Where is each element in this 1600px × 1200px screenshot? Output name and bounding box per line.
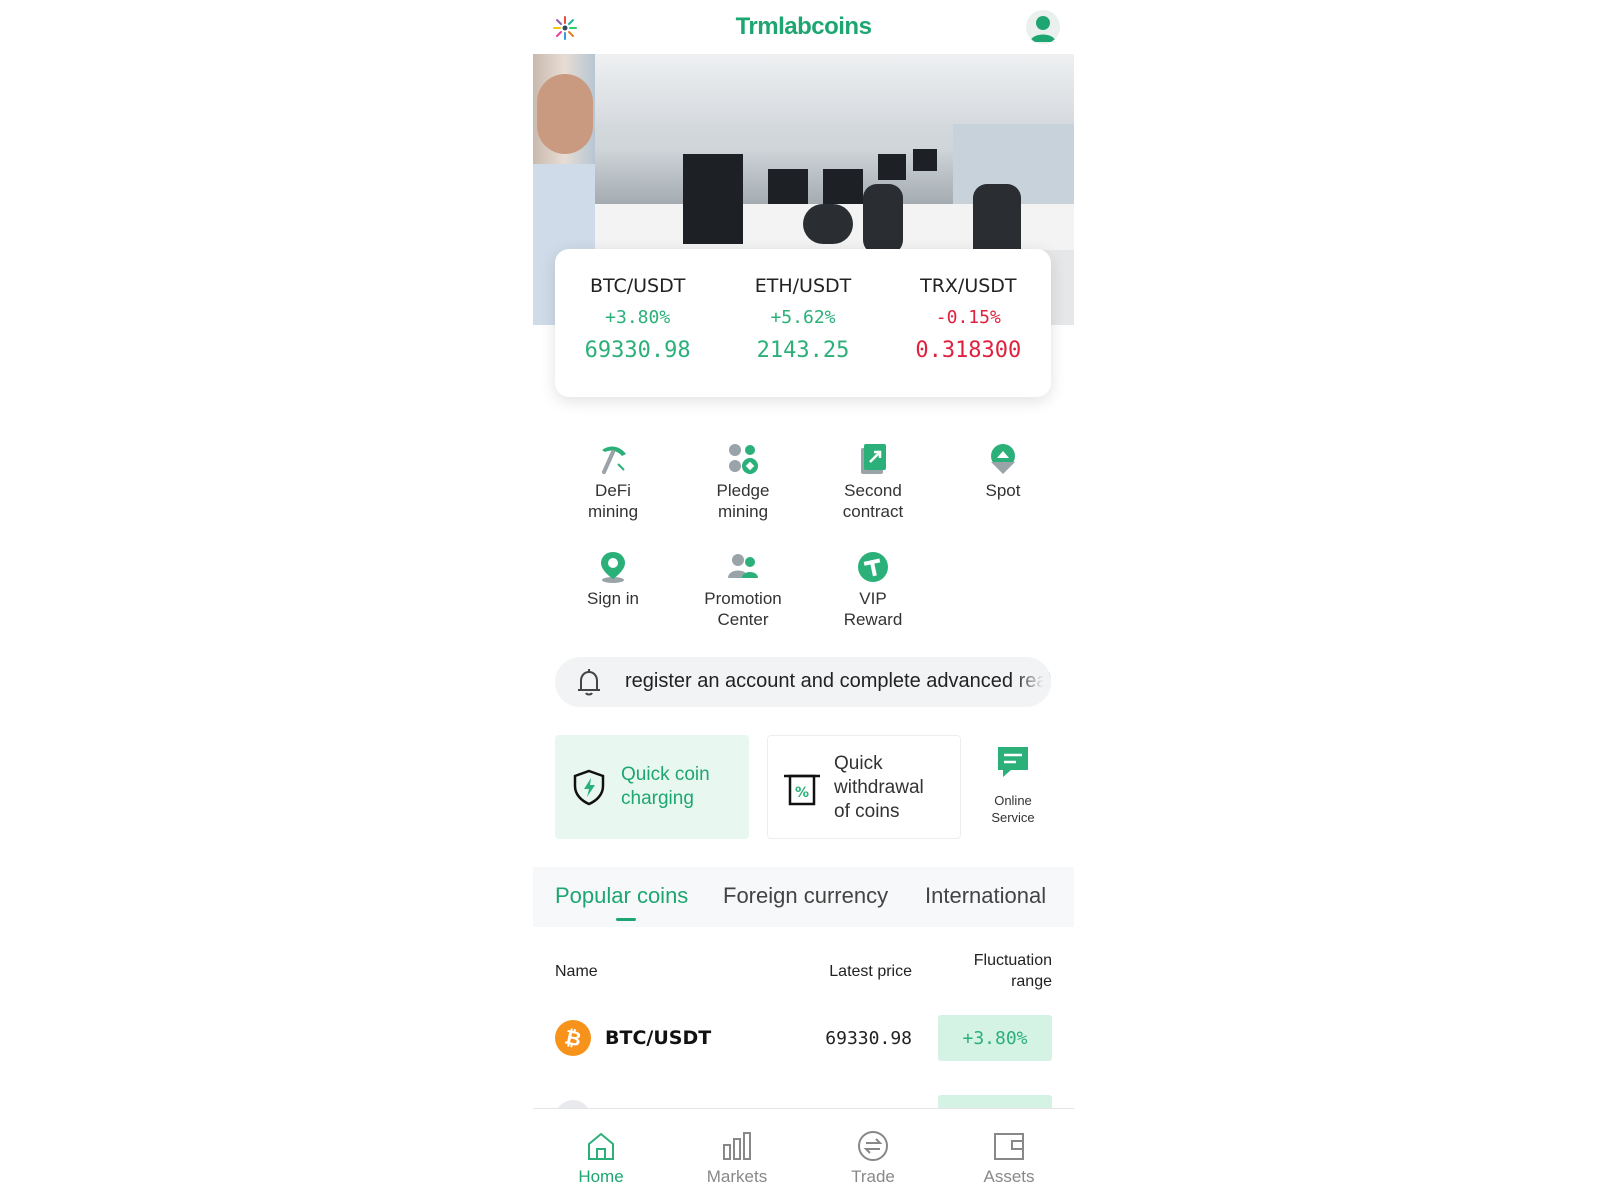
tab-foreign-currency[interactable]: Foreign currency: [723, 883, 888, 909]
column-header-change: Fluctuation range: [973, 952, 1052, 990]
bell-icon: [578, 669, 600, 696]
header: Trmlabcoins: [533, 0, 1074, 54]
feature-pledge-mining[interactable]: Pledge mining: [688, 442, 798, 522]
nav-home[interactable]: Home: [551, 1129, 651, 1187]
people-group-icon: [728, 554, 758, 578]
change-badge: +3.80%: [938, 1015, 1052, 1061]
nav-trade[interactable]: Trade: [823, 1129, 923, 1187]
feature-sign-in[interactable]: Sign in: [558, 550, 668, 609]
ticker-pair: BTC/USDT: [589, 275, 686, 297]
app-container: Trmlabcoins BTC/USDT +3.80% 69330.98 ETH…: [533, 0, 1074, 1200]
ticker-price: 2143.25: [756, 338, 850, 363]
tab-active-indicator: [616, 918, 636, 921]
notice-text: register an account and complete advance…: [625, 670, 1051, 692]
nav-label: Trade: [851, 1167, 895, 1186]
wallet-icon: [994, 1133, 1024, 1160]
ticker-change: +5.62%: [770, 307, 836, 328]
location-pin-icon: [601, 552, 625, 583]
feature-label: Promotion Center: [704, 589, 782, 629]
feature-promotion-center[interactable]: Promotion Center: [688, 550, 798, 630]
feature-label: Spot: [985, 481, 1021, 500]
nav-label: Home: [578, 1167, 624, 1186]
bitcoin-icon: ₿: [555, 1020, 591, 1056]
quick-action-label: Quick coin charging: [621, 764, 710, 809]
bottom-navigation: Home Markets Trade Assets: [533, 1108, 1074, 1200]
feature-label: DeFi mining: [587, 481, 639, 521]
feature-label: VIP Reward: [843, 589, 903, 629]
quick-withdrawal-button[interactable]: % Quick withdrawal of coins: [767, 735, 961, 839]
online-service-label: Online Service: [991, 793, 1035, 825]
ticker-pair: TRX/USDT: [920, 275, 1017, 297]
ticker-price: 69330.98: [584, 338, 691, 363]
nav-assets[interactable]: Assets: [959, 1129, 1059, 1187]
column-header-name: Name: [555, 963, 598, 980]
nav-label: Assets: [983, 1167, 1035, 1186]
feature-label: Sign in: [587, 589, 639, 608]
table-row[interactable]: ₿ BTC/USDT 69330.98 +3.80%: [533, 1010, 1074, 1066]
ticker-eth[interactable]: ETH/USDT +5.62% 2143.25: [720, 249, 885, 397]
tab-popular-coins[interactable]: Popular coins: [555, 883, 688, 909]
feature-vip-reward[interactable]: VIP Reward: [818, 550, 928, 630]
coin-price: 69330.98: [825, 1028, 912, 1049]
feature-spot[interactable]: Spot: [948, 442, 1058, 501]
spot-upload-icon: [991, 444, 1015, 474]
ticker-btc[interactable]: BTC/USDT +3.80% 69330.98: [555, 249, 720, 397]
ticker-change: -0.15%: [935, 307, 1001, 328]
column-header-price: Latest price: [829, 963, 912, 980]
ticker-trx[interactable]: TRX/USDT -0.15% 0.318300: [886, 249, 1051, 397]
tab-international[interactable]: International: [925, 883, 1046, 909]
app-title: Trmlabcoins: [735, 13, 872, 40]
ticker-change: +3.80%: [605, 307, 671, 328]
market-tabs: Popular coins Foreign currency Internati…: [533, 867, 1074, 927]
pickaxe-icon: [602, 446, 626, 474]
coin-name: BTC/USDT: [605, 1027, 712, 1049]
online-service-button[interactable]: Online Service: [973, 744, 1053, 826]
svg-text:%: %: [795, 785, 809, 801]
feature-label: Second contract: [842, 481, 904, 521]
contract-document-icon: [861, 444, 886, 474]
ticker-card: BTC/USDT +3.80% 69330.98 ETH/USDT +5.62%…: [555, 249, 1051, 397]
tether-coin-icon: [858, 552, 888, 582]
ticker-price: 0.318300: [915, 338, 1022, 363]
nav-markets[interactable]: Markets: [687, 1129, 787, 1187]
bar-chart-icon: [723, 1132, 751, 1160]
user-avatar-icon[interactable]: [1026, 10, 1060, 44]
ticker-pair: ETH/USDT: [754, 275, 852, 297]
coins-pledge-icon: [729, 444, 758, 474]
receipt-percent-icon: %: [784, 774, 820, 806]
nav-label: Markets: [706, 1167, 768, 1186]
feature-label: Pledge mining: [716, 481, 770, 521]
chat-message-icon: [998, 747, 1028, 777]
home-icon: [588, 1132, 614, 1160]
notice-bar[interactable]: register an account and complete advance…: [555, 657, 1051, 707]
exchange-icon: [858, 1131, 888, 1161]
spark-logo-icon[interactable]: [551, 14, 579, 42]
quick-coin-charging-button[interactable]: Quick coin charging: [555, 735, 749, 839]
shield-bolt-icon: [573, 769, 605, 806]
feature-second-contract[interactable]: Second contract: [818, 442, 928, 522]
quick-action-label: Quick withdrawal of coins: [834, 753, 924, 822]
feature-defi-mining[interactable]: DeFi mining: [558, 442, 668, 522]
